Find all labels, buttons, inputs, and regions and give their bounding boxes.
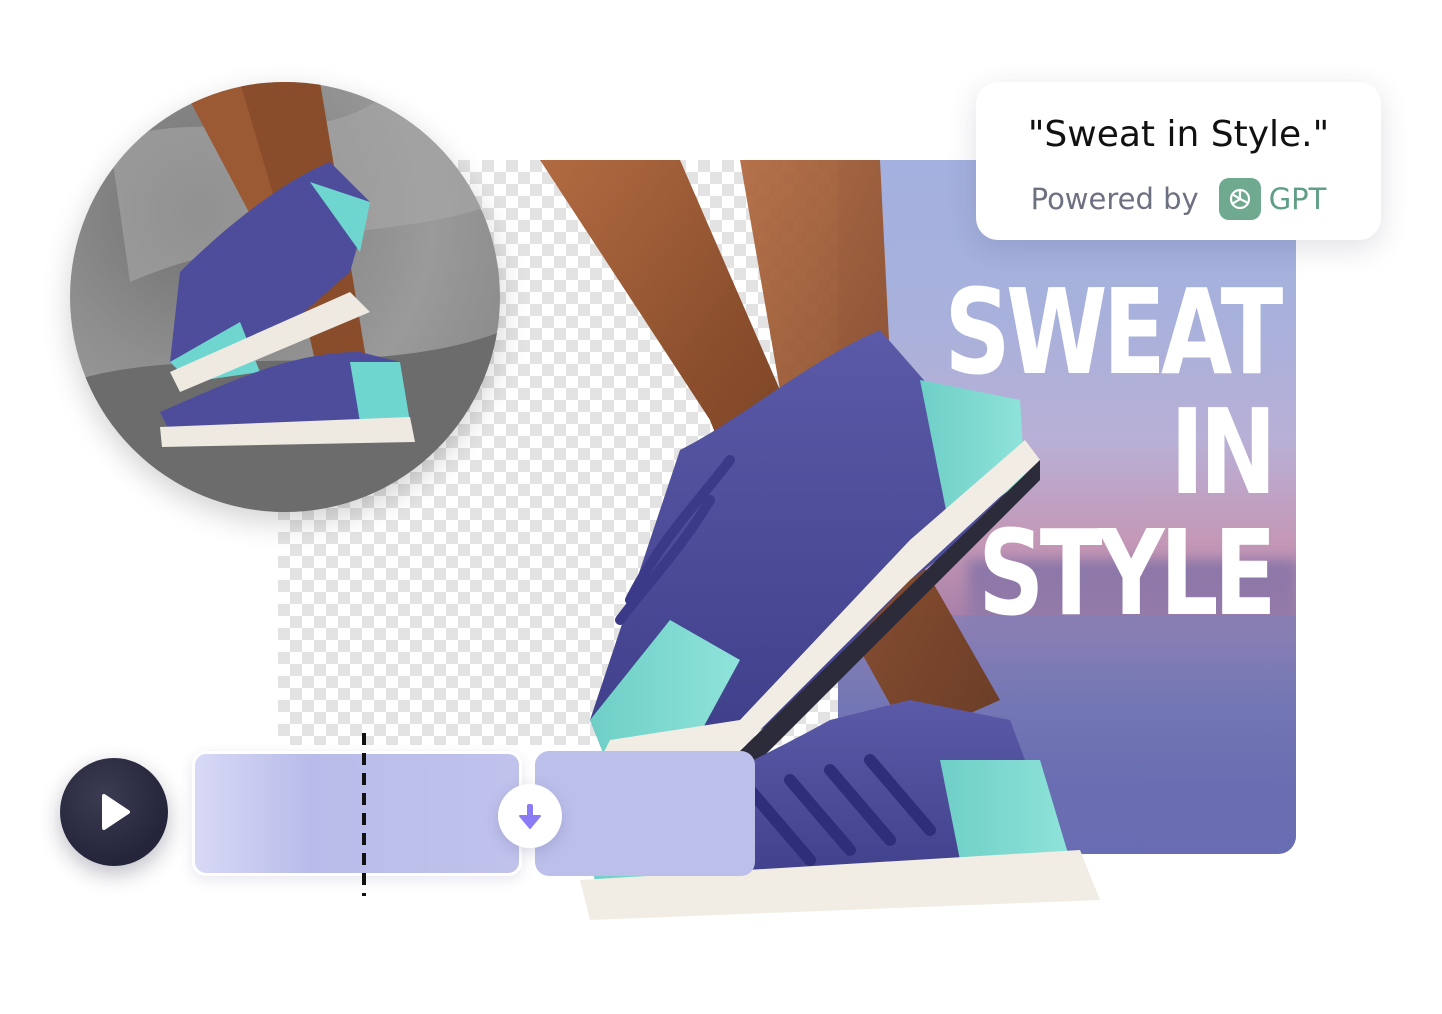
timeline-clip-2[interactable]: [535, 751, 755, 876]
editor-canvas: SWEAT IN STYLE "Sweat in Style." Powered…: [0, 0, 1442, 1014]
caption-quote: "Sweat in Style.": [1027, 114, 1330, 155]
play-icon: [102, 794, 130, 830]
original-photo-image: [70, 82, 500, 512]
arrow-down-icon: [519, 804, 541, 829]
powered-by-row: Powered by GPT: [976, 177, 1381, 221]
powered-by-label: Powered by: [1030, 182, 1199, 216]
gpt-badge: GPT: [1218, 178, 1327, 220]
split-button[interactable]: [498, 784, 562, 848]
play-button[interactable]: [60, 758, 168, 866]
caption-card[interactable]: "Sweat in Style." Powered by GPT: [976, 82, 1381, 240]
timeline-playhead[interactable]: [362, 733, 366, 896]
openai-logo-icon: [1218, 178, 1261, 220]
provider-label: GPT: [1268, 182, 1327, 216]
original-photo[interactable]: [70, 82, 500, 512]
timeline-clip-1[interactable]: [192, 751, 522, 876]
